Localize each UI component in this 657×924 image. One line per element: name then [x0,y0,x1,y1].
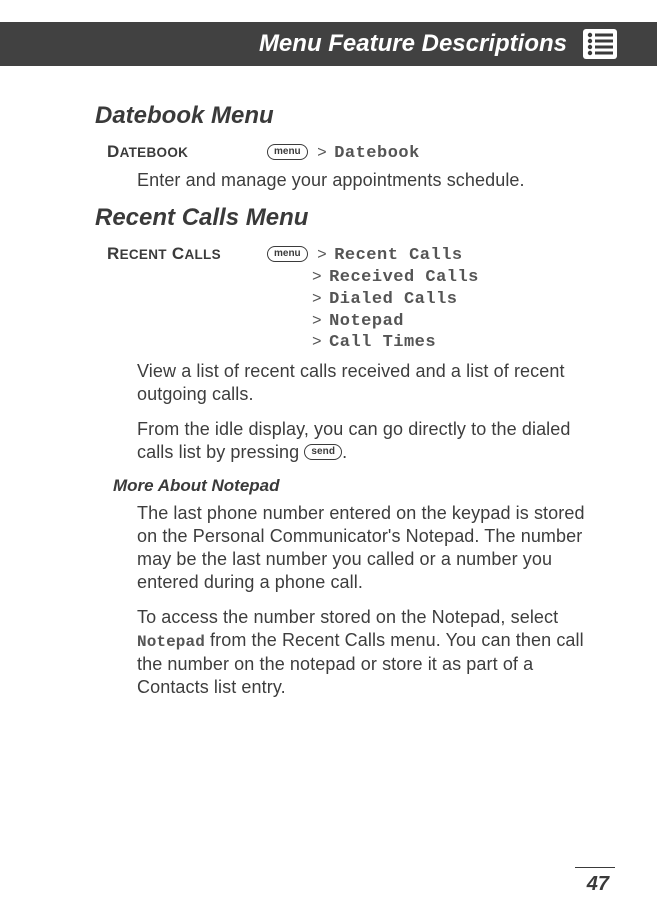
body-notepad-2: To access the number stored on the Notep… [137,606,597,699]
chevron-right-icon: > [312,290,322,308]
label-rest: ATEBOOK [120,145,189,160]
list-icon [583,29,617,59]
feature-path-datebook: menu > Datebook [267,144,420,163]
chevron-right-icon: > [312,333,322,351]
body-text-span: To access the number stored on the Notep… [137,607,558,627]
label-cap2: C [172,244,185,263]
feature-row-datebook: DATEBOOK menu > Datebook [107,142,597,163]
subpath-label: Dialed Calls [329,290,457,309]
heading-more-notepad: More About Notepad [113,476,597,496]
chevron-right-icon: > [317,144,327,162]
body-text-span: . [342,442,347,462]
label-cap: R [107,244,120,263]
body-recent-2: From the idle display, you can go direct… [137,418,597,464]
page-number: 47 [587,873,609,896]
send-button-icon: send [304,444,342,460]
subpath-label: Notepad [329,312,404,331]
feature-path-recent: menu > Recent Calls [267,246,463,265]
heading-datebook: Datebook Menu [95,102,597,130]
body-text-span: From the idle display, you can go direct… [137,419,571,462]
page-number-rule [575,867,615,868]
content-area: Datebook Menu DATEBOOK menu > Datebook E… [0,66,657,699]
chevron-right-icon: > [317,246,327,264]
path-recent-calls: Recent Calls [334,246,462,265]
label-rest: ECENT [120,247,167,262]
header-bar: Menu Feature Descriptions [0,22,657,66]
subpath-calltimes: > Call Times [307,332,597,354]
page: Menu Feature Descriptions Datebook Menu … [0,22,657,924]
subpath-received: > Received Calls [307,267,597,289]
subpath-label: Received Calls [329,268,479,287]
feature-label-recent: RECENT CALLS [107,244,267,264]
menu-button-icon: menu [267,246,308,262]
feature-row-recent: RECENT CALLS menu > Recent Calls [107,244,597,265]
label-cap: D [107,142,120,161]
chevron-right-icon: > [312,312,322,330]
path-datebook: Datebook [334,144,420,163]
body-text-span: from the Recent Calls menu. You can then… [137,630,584,697]
subpath-notepad: > Notepad [307,311,597,333]
inline-mono: Notepad [137,633,205,651]
body-datebook-1: Enter and manage your appointments sched… [137,169,597,192]
body-notepad-1: The last phone number entered on the key… [137,502,597,594]
chevron-right-icon: > [312,268,322,286]
menu-button-icon: menu [267,144,308,160]
subpath-dialed: > Dialed Calls [307,289,597,311]
feature-label-datebook: DATEBOOK [107,142,267,162]
heading-recent-calls: Recent Calls Menu [95,204,597,232]
subpath-list: > Received Calls > Dialed Calls > Notepa… [307,267,597,354]
header-title: Menu Feature Descriptions [259,30,567,57]
label-rest2: ALLS [184,247,220,262]
subpath-label: Call Times [329,333,436,352]
body-recent-1: View a list of recent calls received and… [137,360,597,406]
